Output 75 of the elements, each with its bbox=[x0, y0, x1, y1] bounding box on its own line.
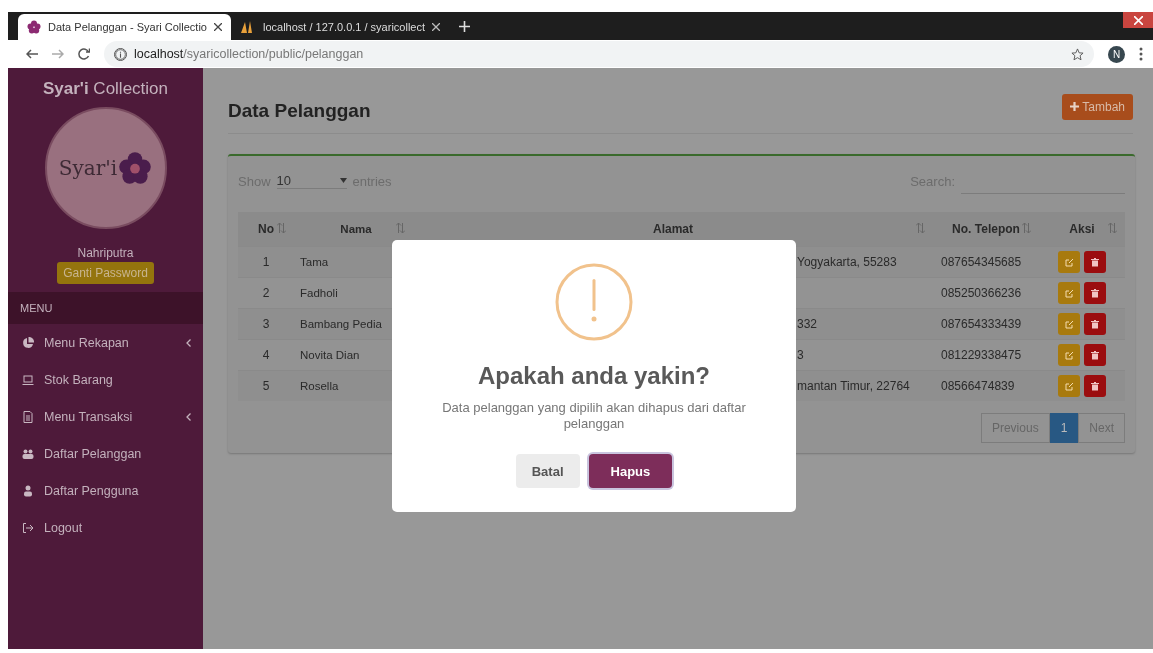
column-header[interactable]: Aksi bbox=[1039, 212, 1125, 247]
logout-icon bbox=[22, 521, 34, 534]
address-bar[interactable]: localhost/syaricollection/public/pelanggan bbox=[104, 41, 1094, 67]
plus-icon bbox=[1070, 101, 1080, 111]
column-header[interactable]: Nama bbox=[294, 212, 413, 247]
table-cell: 085250366236 bbox=[933, 277, 1039, 309]
table-cell: 5 bbox=[238, 370, 294, 401]
edit-icon bbox=[1064, 350, 1074, 360]
table-cell: 087654345685 bbox=[933, 246, 1039, 278]
document-icon bbox=[22, 410, 34, 423]
edit-icon bbox=[1064, 319, 1074, 329]
edit-icon bbox=[1064, 257, 1074, 267]
dialog-title: Apakah anda yakin? bbox=[477, 362, 711, 390]
trash-icon bbox=[1091, 319, 1099, 329]
menu-item[interactable]: Menu Transaksi bbox=[8, 398, 203, 435]
logo-circle: Syar'i bbox=[44, 107, 167, 229]
browser-tab[interactable]: localhost / 127.0.0.1 / syaricollect bbox=[231, 14, 449, 40]
users-icon bbox=[22, 447, 34, 460]
pagination-button[interactable]: 1 bbox=[1049, 413, 1079, 443]
menu-item[interactable]: Logout bbox=[8, 509, 203, 546]
info-icon bbox=[114, 47, 127, 61]
table-cell: 3 bbox=[238, 308, 294, 340]
edit-icon bbox=[1064, 381, 1074, 391]
trash-icon bbox=[1091, 288, 1099, 298]
reload-icon[interactable] bbox=[78, 48, 90, 60]
menu-item[interactable]: Daftar Pelanggan bbox=[8, 435, 203, 472]
window-close-icon[interactable] bbox=[1123, 12, 1153, 28]
add-button[interactable]: Tambah bbox=[1062, 93, 1133, 120]
delete-button[interactable] bbox=[1084, 313, 1106, 335]
table-cell: 08566474839 bbox=[933, 370, 1039, 401]
column-header[interactable]: No. Telepon bbox=[933, 212, 1039, 247]
close-icon[interactable] bbox=[432, 23, 440, 31]
star-icon[interactable] bbox=[1071, 47, 1084, 61]
page-title: Data Pelanggan bbox=[228, 99, 371, 122]
new-tab-icon[interactable] bbox=[459, 21, 470, 32]
delete-button[interactable] bbox=[1084, 344, 1106, 366]
cancel-button[interactable]: Batal bbox=[515, 454, 580, 488]
menu-icon[interactable] bbox=[1139, 47, 1143, 61]
close-icon[interactable] bbox=[214, 23, 222, 31]
table-cell: 332 bbox=[797, 317, 818, 331]
laptop-icon bbox=[22, 373, 34, 386]
dialog-message: Data pelanggan yang dipilih akan dihapus dari daftar pelanggan bbox=[441, 400, 747, 432]
caret-icon bbox=[339, 178, 347, 183]
column-header[interactable]: No bbox=[238, 212, 294, 247]
menu-item[interactable]: Menu Rekapan bbox=[8, 324, 203, 361]
trash-icon bbox=[1091, 381, 1099, 391]
user-name: Nahriputra bbox=[77, 246, 134, 260]
flower-icon bbox=[118, 151, 153, 185]
profile-avatar[interactable]: N bbox=[1108, 45, 1125, 63]
delete-button[interactable] bbox=[1084, 375, 1106, 397]
table-cell: mantan Timur, 22764 bbox=[797, 379, 910, 393]
menu-item[interactable]: Stok Barang bbox=[8, 361, 203, 398]
menu-item[interactable]: Daftar Pengguna bbox=[8, 472, 203, 509]
delete-button[interactable] bbox=[1084, 251, 1106, 273]
table-cell: 4 bbox=[238, 339, 294, 371]
warning-icon bbox=[555, 263, 633, 341]
user-icon bbox=[22, 484, 34, 497]
pie-chart-icon bbox=[22, 336, 34, 349]
table-cell: 087654333439 bbox=[933, 308, 1039, 340]
browser-tab[interactable]: Data Pelanggan - Syari Collectio bbox=[18, 14, 231, 40]
trash-icon bbox=[1091, 350, 1099, 360]
delete-confirm-button[interactable]: Hapus bbox=[588, 454, 673, 488]
delete-button[interactable] bbox=[1084, 282, 1106, 304]
trash-icon bbox=[1091, 257, 1099, 267]
table-cell: 081229338475 bbox=[933, 339, 1039, 371]
table-cell: 1 bbox=[238, 246, 294, 278]
edit-icon bbox=[1064, 288, 1074, 298]
table-cell: 2 bbox=[238, 277, 294, 309]
table-cell: 3 bbox=[797, 348, 804, 362]
brand-title: Syar'i Collection bbox=[43, 79, 168, 99]
menu-header: MENU bbox=[8, 292, 203, 324]
page-size-select[interactable]: 10 bbox=[276, 173, 347, 189]
flower-icon bbox=[27, 20, 41, 34]
back-icon[interactable] bbox=[26, 49, 38, 59]
table-cell: Yogyakarta, 55283 bbox=[797, 255, 897, 269]
